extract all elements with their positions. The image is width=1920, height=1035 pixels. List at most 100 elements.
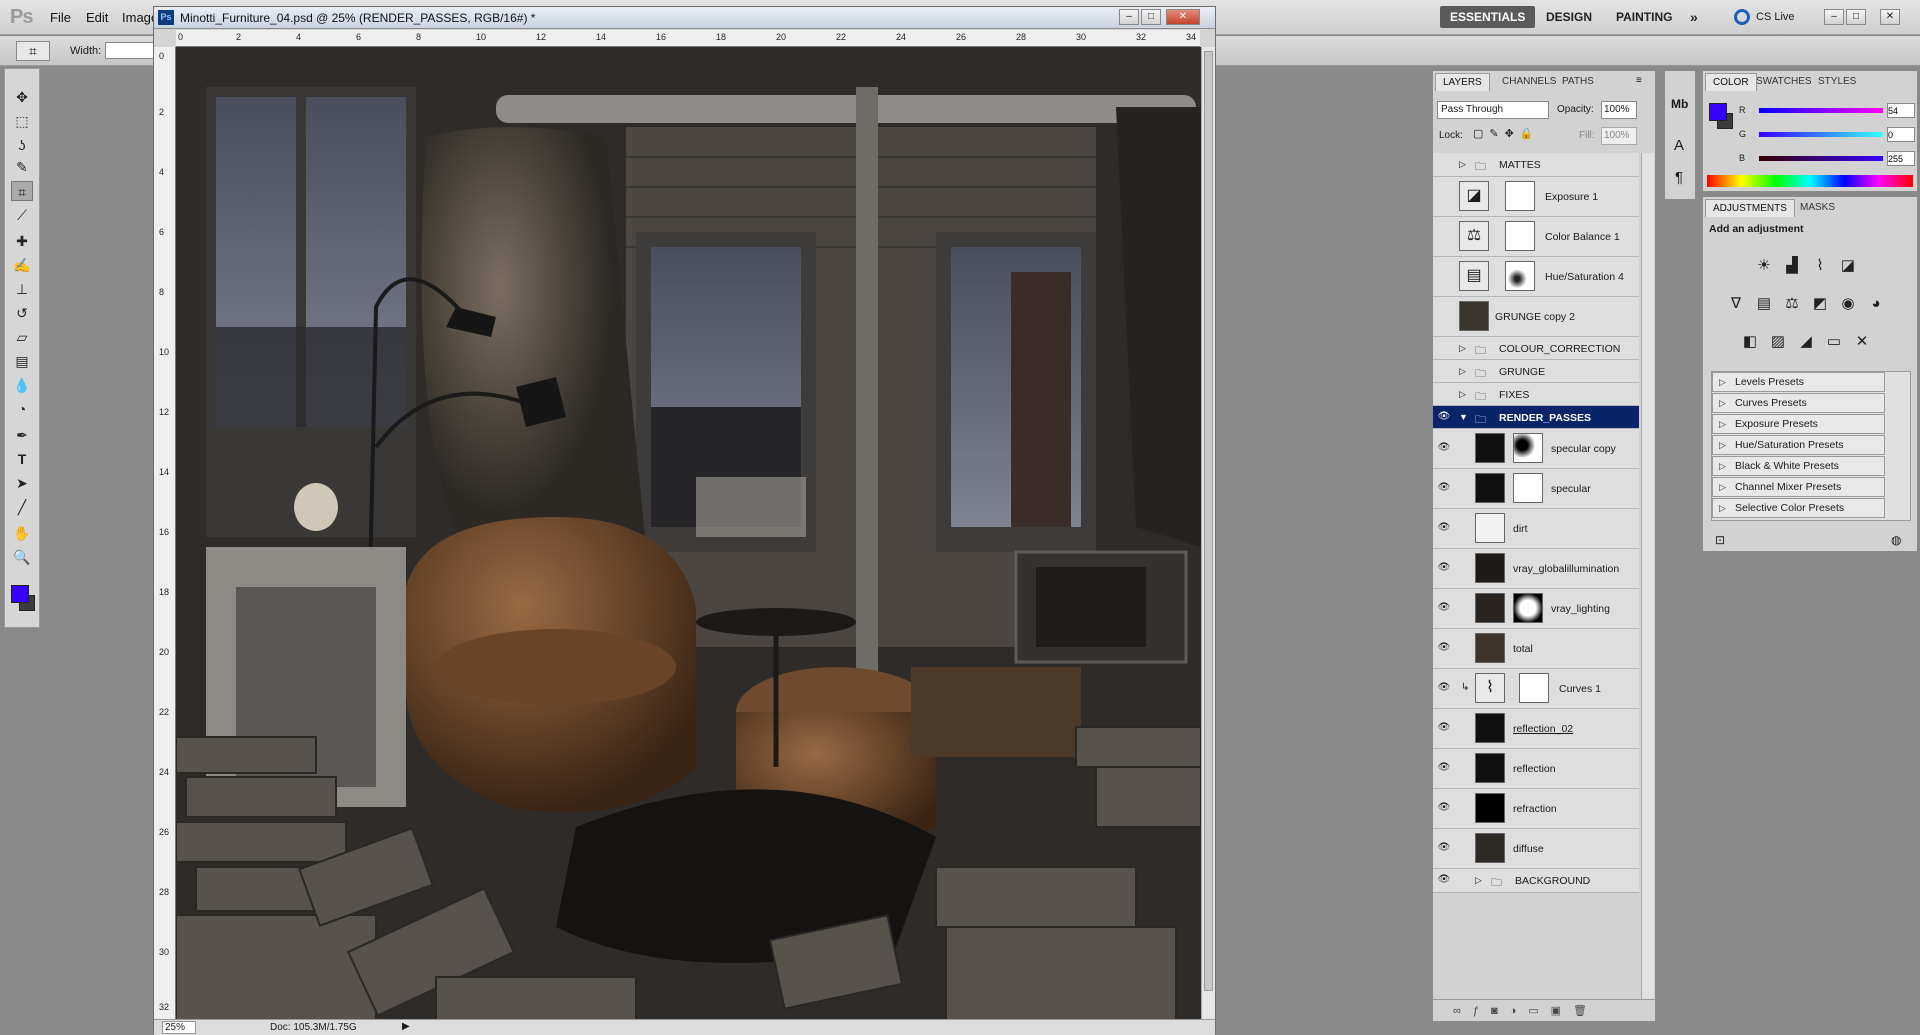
type-tool-icon[interactable]: T: [11, 449, 33, 469]
opacity-input[interactable]: 100%: [1601, 101, 1637, 119]
lasso-tool-icon[interactable]: ʖ: [11, 135, 33, 155]
threshold-icon[interactable]: ◢: [1795, 331, 1817, 353]
eye-icon[interactable]: 👁: [1437, 562, 1451, 576]
eye-icon[interactable]: 👁: [1437, 762, 1451, 776]
menu-edit[interactable]: Edit: [86, 10, 108, 25]
b-value-input[interactable]: [1887, 151, 1915, 166]
layer-row[interactable]: GRUNGE copy 2: [1433, 297, 1639, 337]
layer-row[interactable]: ▷ 🗀 FIXES: [1433, 383, 1639, 406]
crop-tool-preset-icon[interactable]: ⌗: [16, 41, 50, 61]
layer-row[interactable]: ▤ Hue/Saturation 4: [1433, 257, 1639, 297]
layer-row-selected[interactable]: 👁 ▼ 🗀 RENDER_PASSES: [1433, 406, 1639, 429]
doc-close-button[interactable]: ✕: [1166, 9, 1200, 25]
brush-tool-icon[interactable]: ✍: [11, 255, 33, 275]
visibility-toggle[interactable]: [1437, 388, 1451, 402]
crop-tool-icon[interactable]: ⌗: [11, 181, 33, 201]
tab-channels[interactable]: CHANNELS: [1495, 73, 1563, 91]
tab-paths[interactable]: PATHS: [1555, 73, 1601, 91]
eye-icon[interactable]: 👁: [1437, 642, 1451, 656]
expand-arrow-icon[interactable]: ▷: [1459, 366, 1466, 377]
marquee-tool-icon[interactable]: ⬚: [11, 111, 33, 131]
preset-item[interactable]: ▷ Hue/Saturation Presets: [1712, 435, 1885, 455]
fill-input[interactable]: 100%: [1601, 127, 1637, 145]
layer-mask-thumbnail[interactable]: [1505, 221, 1535, 251]
character-panel-icon[interactable]: A: [1674, 137, 1684, 154]
layer-row[interactable]: 👁 reflection_02: [1433, 709, 1639, 749]
eye-icon[interactable]: 👁: [1437, 442, 1451, 456]
eye-icon[interactable]: 👁: [1437, 522, 1451, 536]
layer-row[interactable]: ⚖ Color Balance 1: [1433, 217, 1639, 257]
preset-item[interactable]: ▷ Channel Mixer Presets: [1712, 477, 1885, 497]
eraser-tool-icon[interactable]: ▱: [11, 327, 33, 347]
layer-mask-thumbnail[interactable]: [1513, 433, 1543, 463]
panel-options-icon[interactable]: ◍: [1891, 533, 1901, 547]
layer-row[interactable]: 👁 diffuse: [1433, 829, 1639, 869]
workspace-essentials[interactable]: ESSENTIALS: [1440, 6, 1536, 28]
workspace-more-button[interactable]: »: [1680, 6, 1708, 28]
pen-tool-icon[interactable]: ✒: [11, 425, 33, 445]
preset-item[interactable]: ▷ Selective Color Presets: [1712, 498, 1885, 518]
invert-icon[interactable]: ◧: [1739, 331, 1761, 353]
posterize-icon[interactable]: ▨: [1767, 331, 1789, 353]
layer-row[interactable]: 👁 specular copy: [1433, 429, 1639, 469]
gradient-map-icon[interactable]: ▭: [1823, 331, 1845, 353]
b-slider[interactable]: [1759, 156, 1883, 161]
visibility-toggle[interactable]: [1437, 158, 1451, 172]
brightness-icon[interactable]: ☀: [1753, 255, 1775, 277]
gradient-tool-icon[interactable]: ▤: [11, 351, 33, 371]
tab-styles[interactable]: STYLES: [1811, 73, 1863, 91]
layers-scrollbar[interactable]: [1641, 153, 1654, 999]
path-select-icon[interactable]: ➤: [11, 473, 33, 493]
eye-icon[interactable]: 👁: [1437, 874, 1451, 888]
panel-view-icon[interactable]: ⊡: [1715, 533, 1725, 547]
layer-row[interactable]: 👁 total: [1433, 629, 1639, 669]
selective-color-icon[interactable]: ✕: [1851, 331, 1873, 353]
layer-mask-thumbnail[interactable]: [1513, 593, 1543, 623]
minimize-button[interactable]: –: [1824, 9, 1844, 25]
tab-swatches[interactable]: SWATCHES: [1749, 73, 1819, 91]
exposure-icon[interactable]: ◪: [1837, 255, 1859, 277]
collapse-arrow-icon[interactable]: ▼: [1459, 412, 1468, 422]
channel-mixer-icon[interactable]: ◕: [1865, 293, 1887, 315]
foreground-color-swatch[interactable]: [11, 585, 29, 603]
layer-row[interactable]: 👁 refraction: [1433, 789, 1639, 829]
menu-file[interactable]: File: [50, 10, 71, 25]
vertical-scrollbar[interactable]: [1201, 47, 1215, 1023]
vertical-ruler[interactable]: 0 2 4 6 8 10 12 14 16 18 20 22 24 26 28 …: [154, 47, 176, 1027]
layer-row[interactable]: 👁 vray_globalillumination: [1433, 549, 1639, 589]
tab-layers[interactable]: LAYERS: [1435, 73, 1490, 91]
quick-select-tool-icon[interactable]: ✎: [11, 157, 33, 177]
preset-item[interactable]: ▷ Curves Presets: [1712, 393, 1885, 413]
layer-row[interactable]: ▷ 🗀 COLOUR_CORRECTION: [1433, 337, 1639, 360]
layer-mask-thumbnail[interactable]: [1505, 181, 1535, 211]
g-slider[interactable]: [1759, 132, 1883, 137]
visibility-toggle[interactable]: [1437, 270, 1451, 284]
visibility-toggle[interactable]: [1437, 190, 1451, 204]
curves-icon[interactable]: ⌇: [1809, 255, 1831, 277]
layer-mask-thumbnail[interactable]: [1513, 473, 1543, 503]
cs-live-menu[interactable]: CS Live: [1756, 11, 1795, 23]
workspace-painting[interactable]: PAINTING: [1606, 6, 1682, 28]
g-value-input[interactable]: [1887, 127, 1915, 142]
eye-icon[interactable]: 👁: [1437, 482, 1451, 496]
status-menu-arrow-icon[interactable]: ▶: [402, 1021, 410, 1032]
color-foreground-swatch[interactable]: [1709, 103, 1727, 121]
layer-row[interactable]: ◪ Exposure 1: [1433, 177, 1639, 217]
eye-icon[interactable]: 👁: [1437, 722, 1451, 736]
r-slider[interactable]: [1759, 108, 1883, 113]
healing-brush-icon[interactable]: ✚: [11, 231, 33, 251]
width-input[interactable]: [105, 42, 155, 59]
visibility-toggle[interactable]: [1437, 230, 1451, 244]
expand-arrow-icon[interactable]: ▷: [1475, 875, 1482, 886]
eye-icon[interactable]: 👁: [1437, 802, 1451, 816]
horizontal-ruler[interactable]: 0 2 4 6 8 10 12 14 16 18 20 22 24 26 28 …: [176, 30, 1200, 47]
zoom-level-field[interactable]: 25%: [162, 1021, 196, 1034]
doc-restore-button[interactable]: □: [1141, 9, 1161, 25]
move-tool-icon[interactable]: ✥: [11, 87, 33, 107]
clone-stamp-icon[interactable]: ⊥: [11, 279, 33, 299]
preset-item[interactable]: ▷ Exposure Presets: [1712, 414, 1885, 434]
tab-masks[interactable]: MASKS: [1793, 199, 1842, 217]
blend-mode-select[interactable]: Pass Through: [1437, 101, 1549, 119]
layer-row[interactable]: 👁 specular: [1433, 469, 1639, 509]
document-canvas[interactable]: [176, 47, 1201, 1023]
